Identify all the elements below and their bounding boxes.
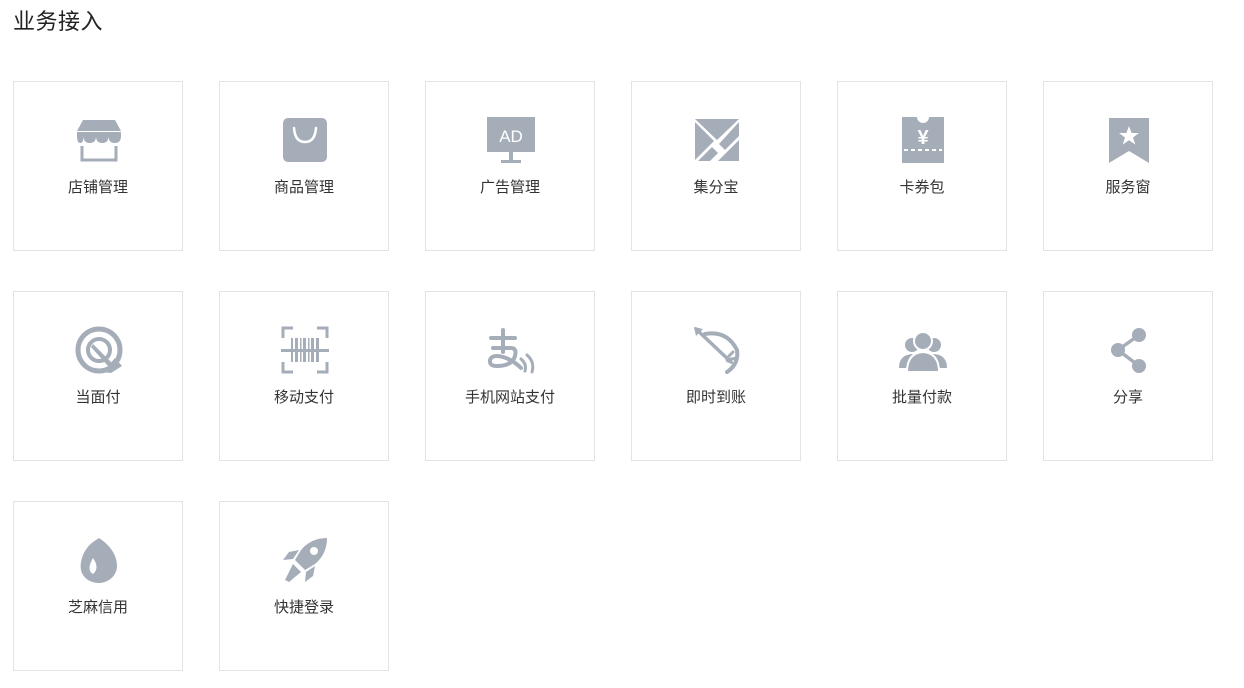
card-label: 广告管理	[479, 178, 540, 196]
service-card-mobile-web-pay[interactable]: 手机网站支付	[425, 291, 595, 461]
service-card-store-management[interactable]: 店铺管理	[13, 81, 183, 251]
card-label: 即时到账	[685, 388, 746, 406]
page-title: 业务接入	[13, 10, 104, 35]
service-card-face-to-face-pay[interactable]: 当面付	[13, 291, 183, 461]
card-label: 商品管理	[273, 178, 334, 196]
card-label: 批量付款	[891, 388, 952, 406]
card-label: 分享	[1112, 388, 1143, 406]
card-label: 芝麻信用	[67, 598, 128, 616]
rocket-icon	[281, 536, 329, 584]
ad-text: AD	[499, 127, 523, 146]
service-card-ad-management[interactable]: AD 广告管理	[425, 81, 595, 251]
bookmark-star-icon	[1105, 116, 1153, 164]
service-card-product-management[interactable]: 商品管理	[219, 81, 389, 251]
bow-arrow-icon	[693, 326, 741, 374]
ad-monitor-icon: AD	[487, 116, 535, 164]
card-label: 当面付	[75, 388, 121, 406]
service-grid: 店铺管理 商品管理 AD 广告管理 集分宝 ¥ 卡券包 服务窗 当面付 移动支付…	[13, 81, 1233, 671]
store-icon	[75, 116, 123, 164]
coupon-icon: ¥	[899, 116, 947, 164]
jifenbao-icon	[693, 116, 741, 164]
service-card-instant-transfer[interactable]: 即时到账	[631, 291, 801, 461]
user-group-icon	[899, 326, 947, 374]
card-label: 快捷登录	[273, 598, 334, 616]
shopping-bag-icon	[281, 116, 329, 164]
share-icon	[1105, 326, 1153, 374]
card-label: 集分宝	[693, 178, 739, 196]
alipay-wave-icon	[487, 326, 535, 374]
service-card-coupon-wallet[interactable]: ¥ 卡券包	[837, 81, 1007, 251]
service-card-jifenbao[interactable]: 集分宝	[631, 81, 801, 251]
service-card-quick-login[interactable]: 快捷登录	[219, 501, 389, 671]
service-card-batch-payment[interactable]: 批量付款	[837, 291, 1007, 461]
card-label: 卡券包	[899, 178, 945, 196]
barcode-scan-icon	[281, 326, 329, 374]
sesame-drop-icon	[75, 536, 123, 584]
card-label: 手机网站支付	[464, 388, 555, 406]
card-label: 服务窗	[1105, 178, 1151, 196]
card-label: 移动支付	[273, 388, 334, 406]
card-label: 店铺管理	[67, 178, 128, 196]
service-card-sesame-credit[interactable]: 芝麻信用	[13, 501, 183, 671]
yen-text: ¥	[917, 127, 929, 149]
tap-pay-icon	[75, 326, 123, 374]
service-card-service-window[interactable]: 服务窗	[1043, 81, 1213, 251]
service-card-mobile-pay[interactable]: 移动支付	[219, 291, 389, 461]
service-card-share[interactable]: 分享	[1043, 291, 1213, 461]
